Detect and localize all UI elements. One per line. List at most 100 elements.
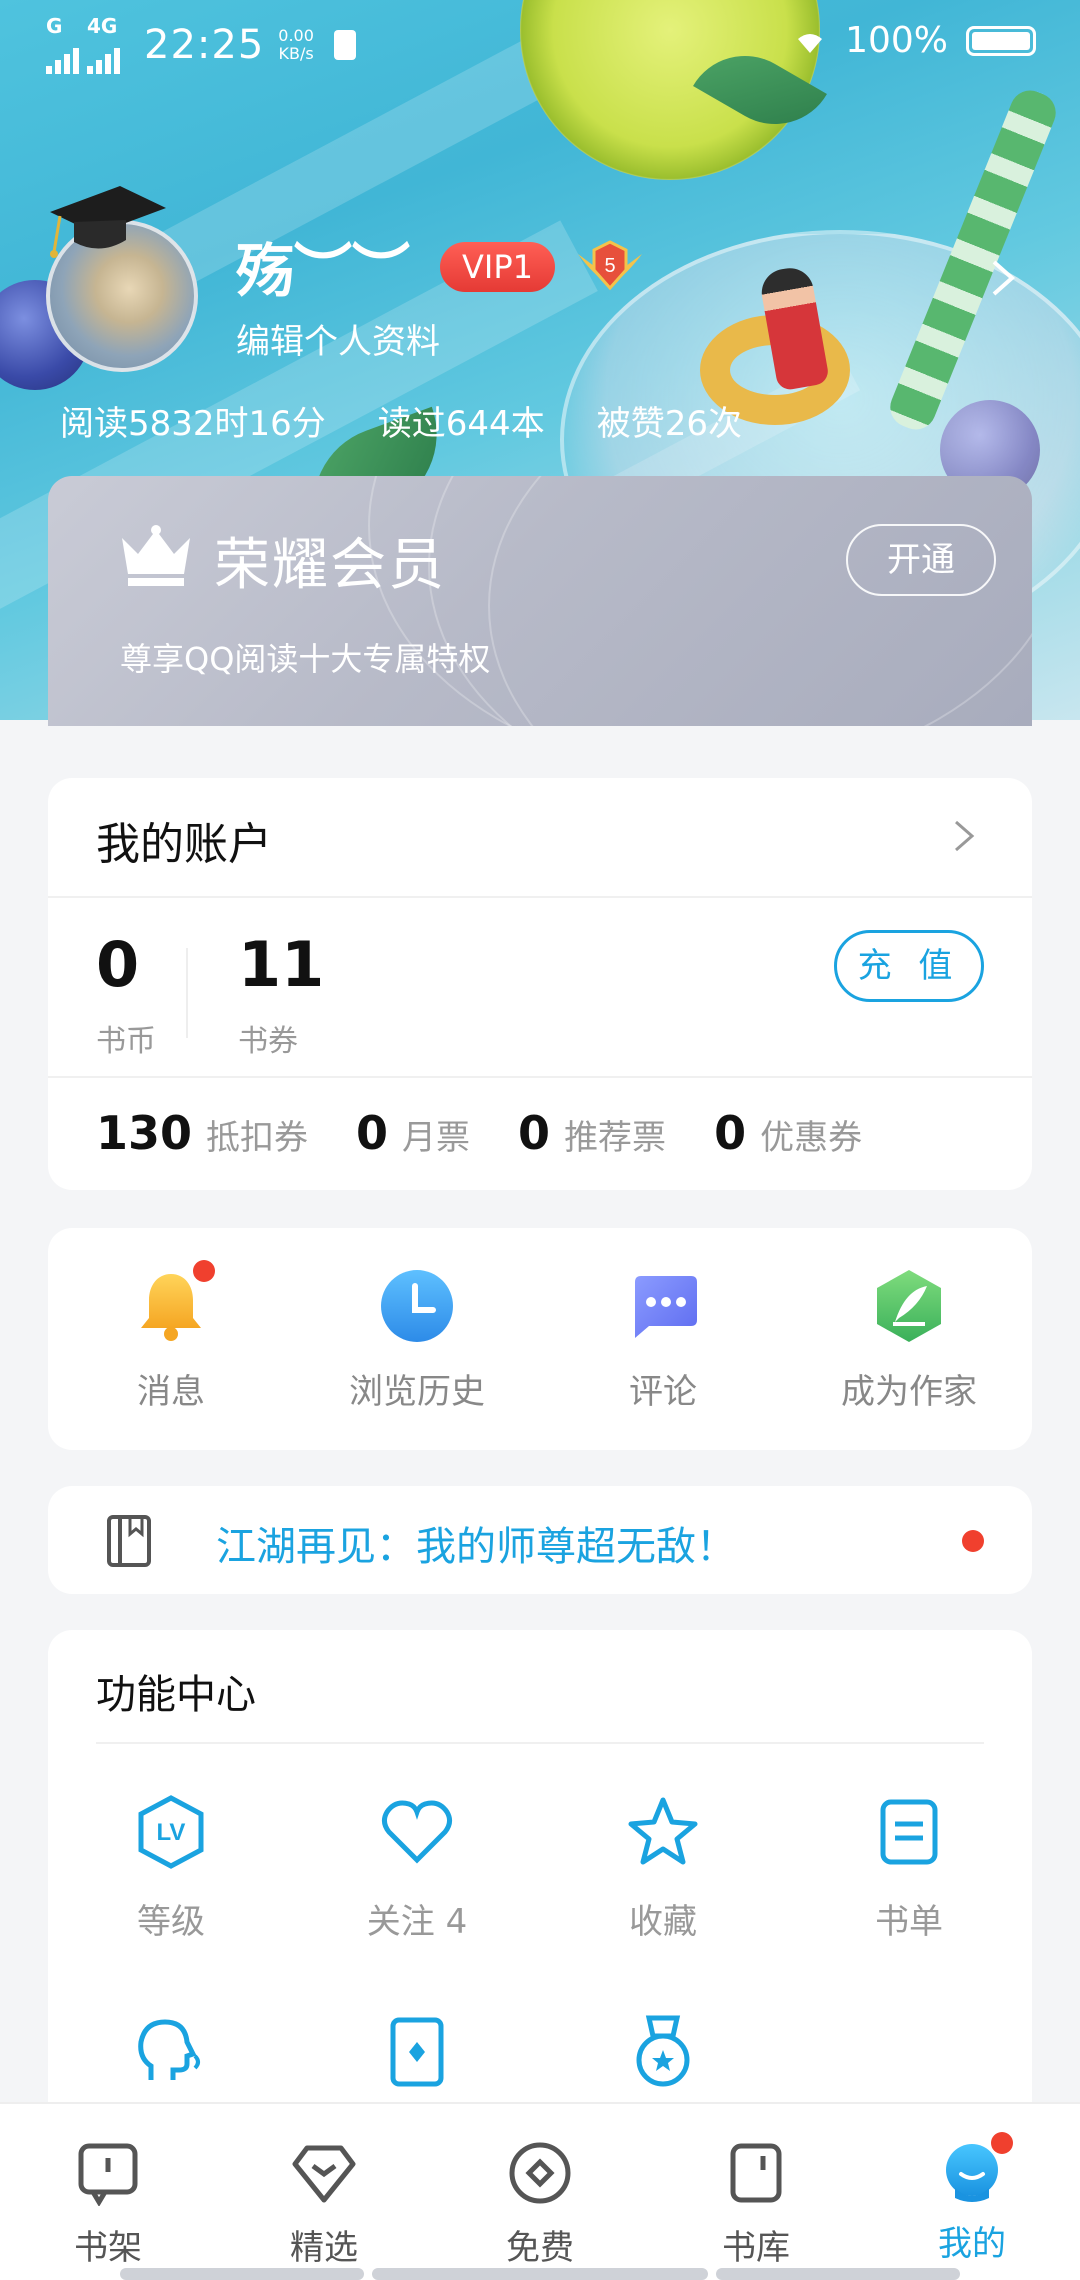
vip-badge[interactable]: VIP1 [440,242,555,292]
function-following[interactable]: 关注 4 [294,1794,540,1943]
coupon-label: 优惠券 [760,1118,863,1158]
nav-featured[interactable]: 精选 [216,2140,432,2269]
recommend-ticket-label: 推荐票 [564,1118,667,1158]
nav-label: 免费 [506,2228,574,2268]
quick-action-label: 消息 [137,1372,205,1412]
bottom-navigation: 书架 精选 免费 书库 我的 [0,2102,1080,2280]
library-icon [730,2143,782,2203]
quick-action-label: 成为作家 [841,1372,977,1412]
nav-bookshelf[interactable]: 书架 [0,2140,216,2269]
quick-actions-card: 消息 浏览历史 评论 成为作家 [48,1228,1032,1450]
quick-action-label: 浏览历史 [349,1372,485,1412]
quick-action-history[interactable]: 浏览历史 [294,1266,540,1413]
ticket-row: 130 抵扣券 0 月票 0 推荐票 0 优惠券 [96,1106,910,1160]
gesture-bar-center [372,2268,708,2280]
monthly-ticket-label: 月票 [402,1118,471,1158]
level-badge[interactable]: 5 [570,236,650,296]
medal-icon [636,2015,690,2087]
membership-card[interactable]: 荣耀会员 开通 尊享QQ阅读十大专属特权 [48,476,1032,726]
diamond-icon [292,2145,356,2203]
membership-title: 荣耀会员 [214,533,446,598]
bookshelf-icon [78,2143,138,2207]
svg-text:LV: LV [157,1819,186,1846]
free-icon [509,2142,571,2204]
book-icon [107,1515,151,1567]
notice-badge-dot [962,1530,984,1552]
battery-percent: 100% [845,20,948,61]
signal-icon: G 4G [46,16,120,74]
function-card[interactable] [294,2014,540,2114]
nav-free[interactable]: 免费 [432,2140,648,2269]
wings-icon: 5 [578,240,642,291]
clock: 22:25 [144,22,265,68]
nav-me[interactable]: 我的 [864,2132,1080,2265]
network-speed: 0.00 KB/s [278,26,314,63]
chevron-right-icon[interactable] [952,816,978,856]
network-type-1: G [46,14,63,38]
voucher-balance[interactable]: 11 [238,928,324,1001]
message-badge-dot [193,1260,215,1282]
coupon-count[interactable]: 0 [714,1106,746,1160]
recharge-button[interactable]: 充 值 [834,930,984,1002]
clock-icon [381,1270,453,1342]
chevron-right-icon[interactable] [988,258,1018,298]
function-voice[interactable] [48,2014,294,2114]
booklist-icon [880,1799,938,1865]
notice-text[interactable]: 江湖再见：我的师尊超无敌！ [216,1514,736,1572]
function-label: 书单 [875,1902,943,1942]
nav-library[interactable]: 书库 [648,2140,864,2269]
reading-notice-banner[interactable]: 江湖再见：我的师尊超无敌！ [48,1486,1032,1594]
stat-likes: 被赞26次 [596,404,742,444]
account-title[interactable]: 我的账户 [96,808,272,872]
function-center-title: 功能中心 [96,1672,256,1718]
edit-profile-link[interactable]: 编辑个人资料 [236,314,440,363]
function-label: 关注 4 [366,1902,468,1942]
reading-stats: 阅读5832时16分 读过644本 被赞26次 [60,396,742,445]
username[interactable]: 殇︶︶ [236,224,410,308]
gesture-bar-right [716,2268,960,2280]
deduction-ticket-count[interactable]: 130 [96,1106,192,1160]
quick-action-become-author[interactable]: 成为作家 [786,1266,1032,1413]
heart-icon [381,1800,453,1864]
battery-saver-icon [333,30,356,60]
quill-icon [877,1270,941,1342]
account-card: 我的账户 0 书币 11 书券 充 值 130 抵扣券 0 月票 0 推荐票 0… [48,778,1032,1190]
function-label: 收藏 [629,1902,697,1942]
function-label: 等级 [137,1902,205,1942]
quick-action-label: 评论 [629,1372,697,1412]
coin-balance[interactable]: 0 [96,928,139,1001]
monthly-ticket-count[interactable]: 0 [356,1106,388,1160]
network-type-2: 4G [87,14,118,38]
comment-icon [635,1276,697,1338]
voucher-label: 书券 [238,1024,298,1059]
level-icon: LV [138,1795,204,1869]
me-badge-dot [991,2132,1013,2154]
nav-label: 书库 [722,2228,790,2268]
card-icon [390,2017,444,2087]
wifi-icon [798,33,823,53]
gesture-bar-left [120,2268,364,2280]
nav-label: 精选 [290,2228,358,2268]
profile-page: G 4G 22:25 0.00 KB/s 100% 殇︶︶ VIP1 5 编辑个… [0,0,1080,2280]
membership-description: 尊享QQ阅读十大专属特权 [120,640,491,678]
deduction-ticket-label: 抵扣券 [206,1118,309,1158]
recommend-ticket-count[interactable]: 0 [518,1106,550,1160]
stat-reading-time: 阅读5832时16分 [60,404,326,444]
voice-icon [138,2019,200,2080]
star-icon [628,1797,698,1865]
function-medal[interactable] [540,2014,786,2114]
function-level[interactable]: LV 等级 [48,1794,294,1943]
stat-books-read: 读过644本 [377,404,545,444]
coin-label: 书币 [96,1024,156,1059]
function-booklist[interactable]: 书单 [786,1794,1032,1943]
graduation-cap-icon [50,186,166,258]
activate-membership-button[interactable]: 开通 [846,524,996,596]
status-bar: G 4G 22:25 0.00 KB/s 100% [0,0,1080,80]
function-favorites[interactable]: 收藏 [540,1794,786,1943]
quick-action-messages[interactable]: 消息 [48,1260,294,1413]
svg-text:5: 5 [604,255,615,277]
nav-label: 书架 [74,2228,142,2268]
nav-label: 我的 [938,2224,1006,2264]
crown-icon [122,525,190,586]
quick-action-comments[interactable]: 评论 [540,1266,786,1413]
